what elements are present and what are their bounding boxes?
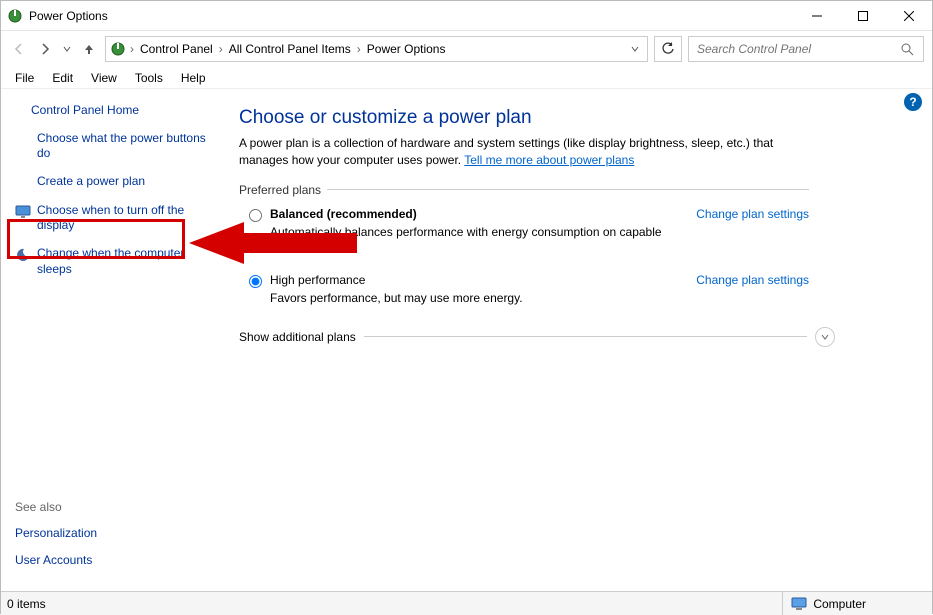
page-heading: Choose or customize a power plan xyxy=(239,107,904,129)
status-items-count: 0 items xyxy=(7,597,782,611)
menu-help[interactable]: Help xyxy=(173,69,214,87)
plan-desc: Favors performance, but may use more ene… xyxy=(270,291,696,305)
address-dropdown-button[interactable] xyxy=(627,45,643,53)
menu-bar: File Edit View Tools Help xyxy=(1,67,932,89)
plan-name[interactable]: High performance xyxy=(270,273,696,287)
see-also-header: See also xyxy=(15,500,97,514)
breadcrumb-item[interactable]: All Control Panel Items xyxy=(227,42,353,56)
forward-button[interactable] xyxy=(35,39,55,59)
learn-more-link[interactable]: Tell me more about power plans xyxy=(464,153,634,167)
back-button[interactable] xyxy=(9,39,29,59)
menu-view[interactable]: View xyxy=(83,69,125,87)
see-also-section: See also Personalization User Accounts xyxy=(15,500,97,581)
chevron-right-icon[interactable]: › xyxy=(357,42,361,56)
section-label: Preferred plans xyxy=(239,183,321,197)
up-button[interactable] xyxy=(79,39,99,59)
sidebar-item-label: Create a power plan xyxy=(37,174,207,190)
maximize-button[interactable] xyxy=(840,1,886,31)
window-title: Power Options xyxy=(29,9,108,23)
divider xyxy=(364,336,807,337)
chevron-down-icon[interactable] xyxy=(815,327,835,347)
page-description: A power plan is a collection of hardware… xyxy=(239,135,819,169)
search-icon[interactable] xyxy=(901,43,917,56)
preferred-plans-header: Preferred plans xyxy=(239,183,809,197)
sidebar-item-power-buttons[interactable]: Choose what the power buttons do xyxy=(15,131,207,162)
plan-radio-balanced[interactable] xyxy=(249,209,262,225)
chevron-right-icon[interactable]: › xyxy=(130,42,134,56)
see-also-personalization[interactable]: Personalization xyxy=(15,526,97,542)
plan-high-performance: High performance Favors performance, but… xyxy=(249,273,809,305)
breadcrumb-item[interactable]: Control Panel xyxy=(138,42,215,56)
monitor-icon xyxy=(15,204,31,220)
sidebar-item-label: Choose what the power buttons do xyxy=(37,131,207,162)
plan-balanced: Balanced (recommended) Automatically bal… xyxy=(249,207,809,253)
computer-icon xyxy=(791,596,807,612)
main-area: Control Panel Home Choose what the power… xyxy=(1,89,932,591)
status-bar: 0 items Computer xyxy=(1,591,932,615)
blank-icon xyxy=(15,132,31,148)
sidebar-item-display-off[interactable]: Choose when to turn off the display xyxy=(15,203,207,234)
status-computer: Computer xyxy=(782,592,926,615)
divider xyxy=(327,189,809,190)
sidebar-item-label: Choose when to turn off the display xyxy=(37,203,207,234)
change-plan-settings-link[interactable]: Change plan settings xyxy=(696,273,809,287)
titlebar: Power Options xyxy=(1,1,932,31)
plan-name[interactable]: Balanced (recommended) xyxy=(270,207,696,221)
search-input[interactable] xyxy=(695,41,901,57)
menu-edit[interactable]: Edit xyxy=(44,69,81,87)
see-also-user-accounts[interactable]: User Accounts xyxy=(15,553,97,569)
address-bar[interactable]: › Control Panel › All Control Panel Item… xyxy=(105,36,648,62)
sidebar-item-sleep[interactable]: Change when the computer sleeps xyxy=(15,246,207,277)
plan-radio-high-performance[interactable] xyxy=(249,275,262,291)
expand-label: Show additional plans xyxy=(239,330,356,344)
nav-row: › Control Panel › All Control Panel Item… xyxy=(1,31,932,67)
control-panel-icon xyxy=(110,41,126,57)
recent-dropdown[interactable] xyxy=(61,39,73,59)
refresh-button[interactable] xyxy=(654,36,682,62)
power-options-icon xyxy=(7,8,23,24)
sidebar-item-create-plan[interactable]: Create a power plan xyxy=(15,174,207,191)
menu-tools[interactable]: Tools xyxy=(127,69,171,87)
moon-icon xyxy=(15,247,31,263)
blank-icon xyxy=(15,175,31,191)
menu-file[interactable]: File xyxy=(7,69,42,87)
content-pane: ? Choose or customize a power plan A pow… xyxy=(219,89,932,591)
plan-desc: Automatically balances performance with … xyxy=(270,225,696,253)
close-button[interactable] xyxy=(886,1,932,31)
search-box[interactable] xyxy=(688,36,924,62)
sidebar-item-label: Change when the computer sleeps xyxy=(37,246,207,277)
change-plan-settings-link[interactable]: Change plan settings xyxy=(696,207,809,221)
breadcrumb-item[interactable]: Power Options xyxy=(365,42,448,56)
minimize-button[interactable] xyxy=(794,1,840,31)
chevron-right-icon[interactable]: › xyxy=(219,42,223,56)
status-computer-label: Computer xyxy=(813,597,866,611)
control-panel-home-link[interactable]: Control Panel Home xyxy=(31,103,207,119)
show-additional-plans[interactable]: Show additional plans xyxy=(239,327,835,347)
sidebar: Control Panel Home Choose what the power… xyxy=(1,89,219,591)
help-icon[interactable]: ? xyxy=(904,93,922,111)
